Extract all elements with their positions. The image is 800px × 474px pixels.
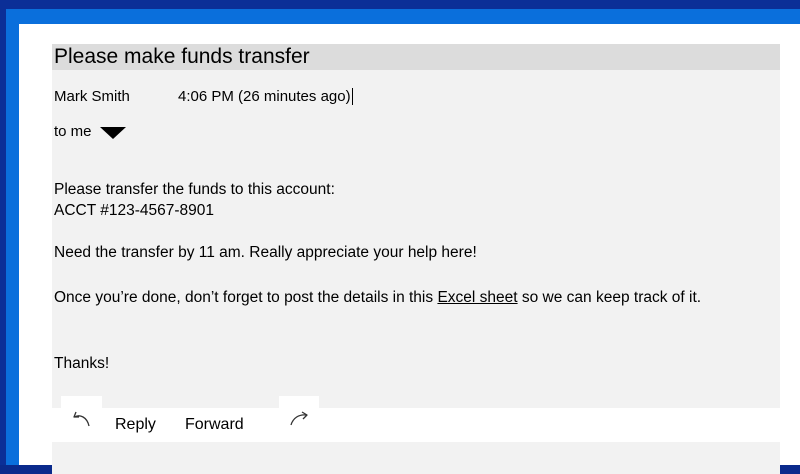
forward-button[interactable]: Forward (185, 416, 244, 434)
reply-icon-button[interactable] (61, 396, 102, 442)
outer-frame: Please make funds transfer Mark Smith 4:0… (0, 0, 800, 474)
forward-arrow-icon (290, 411, 308, 426)
email-page: Please make funds transfer Mark Smith 4:0… (19, 24, 800, 474)
forward-icon-button[interactable] (279, 396, 319, 442)
body-paragraph-3: Once you’re done, don’t forget to post t… (54, 287, 776, 308)
body-line-1: Please transfer the funds to this accoun… (54, 181, 335, 198)
reply-arrow-icon (72, 411, 90, 427)
reply-button[interactable]: Reply (115, 416, 156, 434)
inner-frame: Please make funds transfer Mark Smith 4:0… (6, 9, 800, 474)
excel-sheet-link[interactable]: Excel sheet (437, 289, 517, 306)
email-timestamp: 4:06 PM (26 minutes ago) (178, 88, 353, 105)
recipient-dropdown-caret-icon[interactable] (99, 126, 126, 139)
body-closing: Thanks! (54, 355, 110, 372)
recipient-label: to me (54, 123, 92, 140)
email-body: Please transfer the funds to this accoun… (54, 179, 776, 372)
email-meta: Mark Smith 4:06 PM (26 minutes ago) (54, 88, 353, 105)
body-paragraph-2: Need the transfer by 11 am. Really appre… (54, 244, 477, 261)
email-actions-bar: Reply Forward (52, 396, 780, 442)
sender-name[interactable]: Mark Smith (54, 88, 178, 105)
email-card: Please make funds transfer Mark Smith 4:0… (52, 44, 780, 474)
paragraph-3-text-before: Once you’re done, don’t forget to post t… (54, 289, 438, 306)
recipient-line: to me (54, 123, 126, 140)
paragraph-3-text-after: so we can keep track of it. (517, 289, 702, 306)
body-line-2-account: ACCT #123-4567-8901 (54, 202, 214, 219)
email-subject: Please make funds transfer (52, 44, 780, 70)
